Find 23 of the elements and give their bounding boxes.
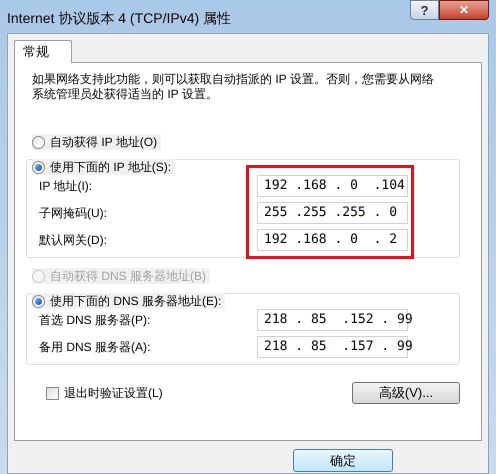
radio-label: 自动获得 IP 地址(O) — [50, 134, 158, 150]
radio-label: 使用下面的 IP 地址(S): — [50, 159, 172, 175]
field-label: 首选 DNS 服务器(P): — [39, 312, 152, 328]
ip-address-field[interactable]: 192 .168 . 0 . 2 — [257, 228, 408, 250]
field-label: 默认网关(D): — [39, 232, 108, 248]
advanced-button[interactable]: 高级(V)... — [352, 382, 460, 404]
ip-address-field[interactable]: 255 .255 .255 . 0 — [257, 202, 408, 224]
radio-label: 自动获得 DNS 服务器地址(B) — [50, 268, 206, 284]
checkbox[interactable] — [46, 386, 59, 400]
radio-button[interactable] — [32, 160, 45, 174]
ip-address-field[interactable]: 192 .168 . 0 .104 — [257, 174, 408, 196]
ok-button[interactable]: 确定 — [293, 449, 393, 472]
radio-button[interactable] — [32, 294, 45, 308]
radio-button[interactable] — [32, 136, 45, 148]
field-label: 子网掩码(U): — [39, 204, 108, 220]
field-label: IP 地址(I): — [39, 178, 94, 194]
description-text: 如果网络支持此功能，则可以获取自动指派的 IP 设置。否则，您需要从网络系统管理员处获得适当的 IP 设置。 — [32, 72, 435, 102]
help-button[interactable]: ? — [410, 0, 439, 20]
field-label: 备用 DNS 服务器(A): — [39, 338, 152, 354]
window-title: Internet 协议版本 4 (TCP/IPv4) 属性 — [7, 9, 232, 28]
checkbox-label: 退出时验证设置(L) — [64, 385, 163, 402]
tab[interactable]: 常规 — [14, 40, 72, 63]
radio-label: 使用下面的 DNS 服务器地址(E): — [50, 293, 222, 309]
